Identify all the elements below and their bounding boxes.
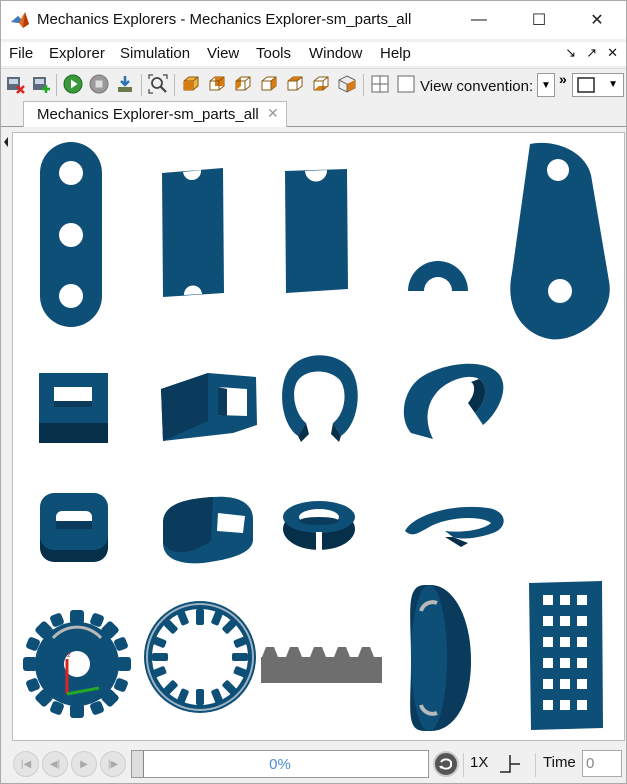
chevron-down-icon: ▼	[608, 79, 618, 90]
left-collapse-strip[interactable]	[1, 127, 11, 745]
playback-speed-slider[interactable]	[498, 752, 524, 776]
playback-speed-label: 1X	[470, 754, 489, 771]
svg-text:z: z	[67, 651, 71, 659]
step-forward-icon: |▶	[107, 758, 119, 770]
title-bar: Mechanics Explorers - Mechanics Explorer…	[1, 1, 626, 39]
flat-split-ring-part	[283, 501, 355, 550]
menu-bar: File Explorer Simulation View Tools Wind…	[1, 42, 626, 66]
minimize-icon: —	[471, 11, 487, 28]
view-left-icon[interactable]	[233, 74, 253, 94]
import-icon[interactable]	[115, 74, 135, 94]
twisted-split-ring-part	[405, 506, 504, 547]
menu-help[interactable]: Help	[380, 45, 411, 62]
perforated-plate-part	[529, 581, 603, 730]
single-view-icon	[577, 77, 595, 93]
undock-icon[interactable]: ↗	[586, 45, 597, 61]
loop-button[interactable]	[433, 751, 459, 777]
menu-file[interactable]: File	[9, 45, 33, 62]
minimize-button[interactable]: —	[452, 1, 506, 39]
layout-grid-icon[interactable]	[370, 74, 390, 94]
link-three-hole-part	[40, 142, 102, 327]
angled-hollow-block-part	[161, 373, 257, 441]
toolbar: View convention: ▼ » ▼	[1, 68, 626, 100]
tab-label: Mechanics Explorer-sm_parts_all	[37, 106, 259, 123]
play-button[interactable]: ▶	[71, 751, 97, 777]
maximize-button[interactable]: ☐	[512, 1, 566, 39]
menu-explorer[interactable]: Explorer	[49, 45, 105, 62]
toolbar-overflow-button[interactable]: »	[559, 71, 567, 87]
step-back-icon: ◀|	[49, 758, 61, 770]
twisted-ring-part	[403, 363, 504, 439]
view-layout-select[interactable]: ▼	[572, 73, 624, 97]
dock-icon[interactable]: ↘	[565, 45, 576, 61]
toolbar-separator	[141, 74, 142, 96]
tapered-link-part	[510, 142, 610, 340]
close-icon: ✕	[590, 12, 604, 29]
play-icon: ▶	[80, 758, 88, 770]
spur-gear-part: z	[23, 610, 131, 718]
loop-icon	[439, 758, 452, 770]
playback-separator	[535, 753, 536, 777]
view-iso-icon[interactable]	[337, 74, 357, 94]
menu-window-controls: ↘ ↗ ✕	[565, 45, 618, 61]
run-icon[interactable]	[63, 74, 83, 94]
time-label: Time	[543, 754, 576, 771]
view-bottom-icon[interactable]	[311, 74, 331, 94]
hollow-block-part	[39, 373, 108, 443]
playback-progress-bar[interactable]: 0%	[131, 750, 429, 778]
skip-back-icon: |◀	[20, 758, 32, 770]
skip-to-start-button[interactable]: |◀	[13, 751, 39, 777]
step-forward-button[interactable]: |▶	[100, 751, 126, 777]
menu-view[interactable]: View	[207, 45, 239, 62]
disk-part	[410, 585, 471, 731]
mechanics-explorer-window: Mechanics Explorers - Mechanics Explorer…	[0, 0, 627, 784]
playback-separator	[463, 753, 464, 777]
half-ring-part	[408, 261, 468, 291]
view-convention-dropdown[interactable]: ▼	[537, 73, 555, 97]
parts-scene: z	[23, 142, 610, 731]
step-back-button[interactable]: ◀|	[42, 751, 68, 777]
playback-bar: |◀ ◀| ▶ |▶ 0% 1X Time 0	[1, 745, 626, 783]
matlab-logo-icon	[11, 12, 29, 28]
progress-percent: 0%	[269, 756, 291, 773]
menu-simulation[interactable]: Simulation	[120, 45, 190, 62]
tab-mechanics-explorer[interactable]: Mechanics Explorer-sm_parts_all ✕	[23, 101, 287, 127]
tab-close-icon[interactable]: ✕	[267, 105, 279, 122]
collapse-left-icon	[4, 137, 8, 147]
angled-rounded-ring-part	[163, 496, 253, 564]
layout-single-icon[interactable]	[396, 74, 416, 94]
open-model-icon[interactable]	[31, 74, 51, 94]
time-field[interactable]: 0	[582, 750, 622, 777]
open-ring-part	[282, 355, 358, 442]
close-button[interactable]: ✕	[570, 1, 624, 39]
view-front-icon[interactable]	[181, 74, 201, 94]
stop-icon[interactable]	[89, 74, 109, 94]
gear-rack-part	[261, 647, 382, 683]
view-top-icon[interactable]	[285, 74, 305, 94]
close-model-icon[interactable]	[5, 74, 25, 94]
notched-plate-part	[285, 169, 348, 293]
tab-strip: Mechanics Explorer-sm_parts_all ✕	[1, 101, 626, 127]
view-back-icon[interactable]	[207, 74, 227, 94]
view-right-icon[interactable]	[259, 74, 279, 94]
toolbar-separator	[174, 74, 175, 96]
zoom-fit-icon[interactable]	[148, 74, 168, 94]
close-panel-icon[interactable]: ✕	[607, 45, 618, 61]
rounded-square-ring-part	[40, 493, 108, 562]
maximize-icon: ☐	[531, 12, 547, 29]
window-title: Mechanics Explorers - Mechanics Explorer…	[37, 11, 412, 28]
internal-ring-gear-part	[144, 601, 256, 713]
chevron-down-icon: ▼	[541, 79, 551, 91]
3d-viewport[interactable]: z	[12, 132, 625, 741]
toolbar-separator	[363, 74, 364, 96]
menu-window[interactable]: Window	[309, 45, 362, 62]
slotted-plate-part	[162, 168, 224, 297]
toolbar-separator	[56, 74, 57, 96]
view-convention-label: View convention:	[420, 78, 534, 95]
menu-tools[interactable]: Tools	[256, 45, 291, 62]
